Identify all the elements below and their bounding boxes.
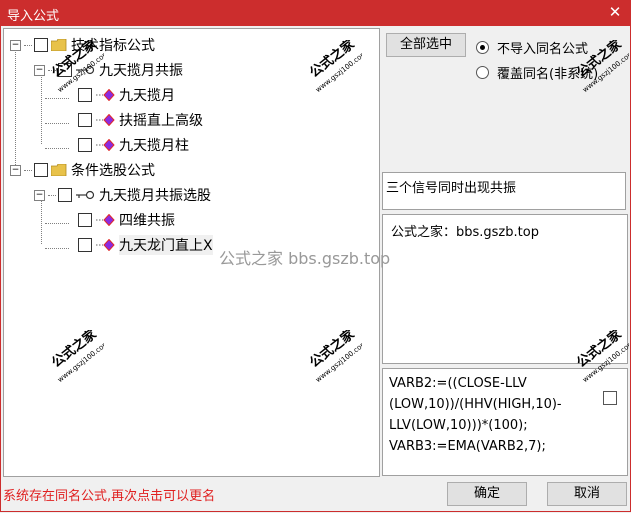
formula-diamond-icon [96,239,115,251]
tree-node-siwei[interactable]: 四维共振 [78,209,175,231]
tree-node-jiutian-bar[interactable]: 九天揽月柱 [78,134,189,156]
tree-node-label: 九天揽月 [119,88,175,104]
code-checkbox[interactable] [603,391,617,405]
tree-checkbox[interactable] [78,113,92,127]
tree-node-label: 扶摇直上高级 [119,113,203,129]
description-text: 三个信号同时出现共振 [386,181,517,196]
window-title: 导入公式 [7,9,60,24]
source-text: 公式之家：bbs.gszb.top [391,225,539,240]
key-icon [76,190,95,200]
tree-node-label: 九天揽月共振选股 [99,188,211,204]
code-text: VARB2:=((CLOSE-LLV (LOW,10))/(HHV(HIGH,1… [389,376,562,454]
confirm-button[interactable]: 确定 [447,482,527,506]
title-bar: 导入公式 ✕ [0,0,631,26]
watermark-stamp: 公式之家 www.gszj100.com [565,36,631,98]
watermark-stamp: 公式之家 www.gszj100.com [565,326,631,388]
formula-diamond-icon [96,214,115,226]
tree-checkbox[interactable] [34,163,48,177]
tree-checkbox[interactable] [78,213,92,227]
collapse-icon[interactable]: − [10,39,21,51]
watermark-stamp: 公式之家 www.gszj100.com [40,326,111,388]
tree-checkbox[interactable] [58,188,72,202]
tree-node-jiutian-screening[interactable]: − 九天揽月共振选股 [34,184,211,206]
formula-diamond-icon [96,114,115,126]
close-icon[interactable]: ✕ [607,3,623,21]
description-field[interactable]: 三个信号同时出现共振 [382,172,626,210]
tree-node-label: 九天揽月共振 [99,63,183,79]
tree-node-label: 四维共振 [119,213,175,229]
tree-node-label: 条件选股公式 [71,163,155,179]
select-all-button[interactable]: 全部选中 [386,33,466,57]
tree-node-fuyao[interactable]: 扶摇直上高级 [78,109,203,131]
watermark-stamp: 公式之家 www.gszj100.com [298,36,369,98]
tree-checkbox[interactable] [78,138,92,152]
tree-node-label: 九天龙门直上X [119,235,213,255]
tree-node-screening-formulas[interactable]: − 条件选股公式 [10,159,155,181]
tree-node-label: 九天揽月柱 [119,138,189,154]
folder-icon [51,164,67,176]
watermark-text: 公式之家 bbs.gszb.top [219,249,391,268]
cancel-button[interactable]: 取消 [547,482,627,506]
collapse-icon[interactable]: − [10,164,21,176]
tree-node-longmen[interactable]: 九天龙门直上X [78,234,213,256]
radio-button[interactable] [476,66,489,79]
watermark-stamp: 公式之家 www.gszj100.com [298,326,369,388]
tree-checkbox[interactable] [78,238,92,252]
formula-diamond-icon [96,139,115,151]
watermark-stamp: 公式之家 www.gszj100.com [40,36,111,98]
collapse-icon[interactable]: − [34,189,45,201]
status-message: 系统存在同名公式,再次点击可以更名 [3,489,216,504]
radio-button[interactable] [476,41,489,54]
